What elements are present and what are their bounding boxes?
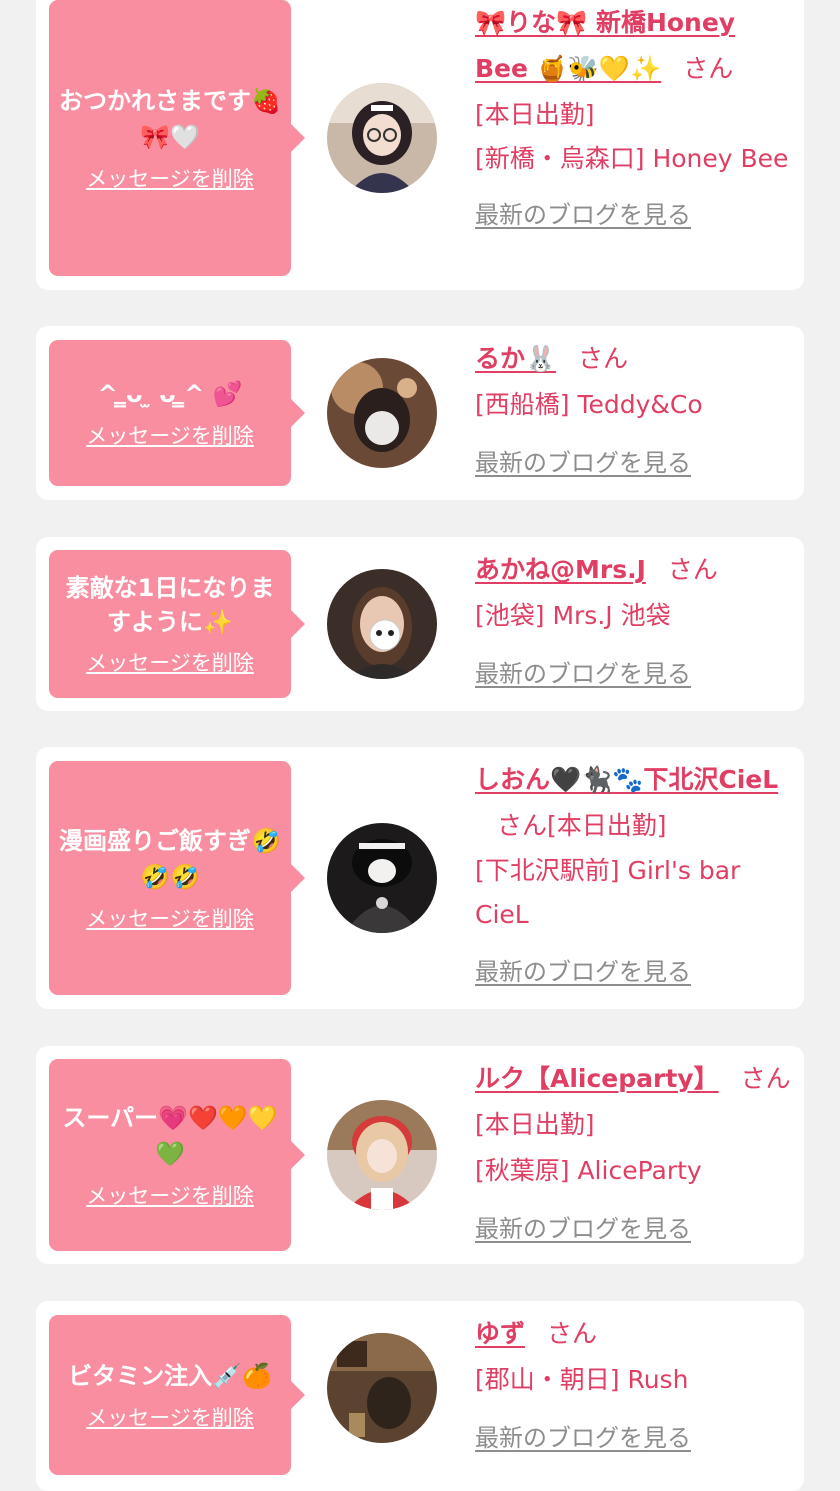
- cast-info: ルク【Aliceparty】 さん[本日出勤] [秋葉原] AliceParty …: [475, 1056, 795, 1252]
- gothic-outfit-avatar-icon: [327, 823, 437, 933]
- cast-status: [本日出勤]: [475, 100, 595, 129]
- avatar[interactable]: [327, 83, 437, 193]
- maid-glasses-avatar-icon: [327, 83, 437, 193]
- delete-message-link[interactable]: メッセージを削除: [86, 905, 254, 933]
- delete-message-link[interactable]: メッセージを削除: [86, 165, 254, 193]
- avatar[interactable]: [327, 1100, 437, 1210]
- cast-shop: [郡山・朝日] Rush: [475, 1365, 689, 1394]
- honorific: さん: [497, 811, 548, 840]
- delete-message-link[interactable]: メッセージを削除: [86, 649, 254, 677]
- message-text: ビタミン注入💉🍊: [68, 1362, 272, 1390]
- latest-blog-link[interactable]: 最新のブログを見る: [475, 440, 795, 486]
- message-card: ビタミン注入💉🍊 メッセージを削除 ゆず さん [郡山・朝日] Rush 最新のブ…: [36, 1301, 804, 1491]
- blurred-face-avatar-icon: [327, 358, 437, 468]
- delete-message-link[interactable]: メッセージを削除: [86, 422, 254, 450]
- latest-blog-link[interactable]: 最新のブログを見る: [475, 192, 795, 238]
- cast-name-link[interactable]: ゆず: [475, 1319, 525, 1348]
- cast-info: あかね@Mrs.J さん [池袋] Mrs.J 池袋 最新のブログを見る: [475, 547, 795, 697]
- latest-blog-link[interactable]: 最新のブログを見る: [475, 949, 795, 995]
- latest-blog-link[interactable]: 最新のブログを見る: [475, 1415, 795, 1461]
- message-card: 漫画盛りご飯すぎ🤣🤣🤣 メッセージを削除 しおん🖤🐈‍⬛🐾下北沢CieL さん[本…: [36, 747, 804, 1009]
- delete-message-link[interactable]: メッセージを削除: [86, 1182, 254, 1210]
- cast-info: 🎀りな🎀 新橋Honey Bee 🍯🐝💛✨ さん [本日出勤] [新橋・烏森口] …: [475, 0, 795, 238]
- latest-blog-link[interactable]: 最新のブログを見る: [475, 1206, 795, 1252]
- avatar[interactable]: [327, 823, 437, 933]
- cast-status: [本日出勤]: [547, 811, 667, 840]
- message-bubble: 漫画盛りご飯すぎ🤣🤣🤣 メッセージを削除: [49, 761, 305, 995]
- honorific: さん: [667, 555, 718, 584]
- message-text: ^ ̳ᴗ ̫ ᴗ ̳^ 💕: [97, 380, 243, 408]
- bar-interior-avatar-icon: [327, 1333, 437, 1443]
- honorific: さん: [578, 344, 629, 373]
- cast-info: るか🐰 さん [西船橋] Teddy&Co 最新のブログを見る: [475, 336, 795, 486]
- cast-shop: [秋葉原] AliceParty: [475, 1156, 702, 1185]
- red-maid-avatar-icon: [327, 1100, 437, 1210]
- cast-status: [本日出勤]: [475, 1110, 595, 1139]
- cast-info: ゆず さん [郡山・朝日] Rush 最新のブログを見る: [475, 1311, 795, 1461]
- avatar[interactable]: [327, 569, 437, 679]
- honorific: さん: [683, 54, 734, 83]
- latest-blog-link[interactable]: 最新のブログを見る: [475, 651, 795, 697]
- cast-name-link[interactable]: しおん🖤🐈‍⬛🐾下北沢CieL: [475, 765, 778, 794]
- avatar[interactable]: [327, 358, 437, 468]
- cast-info: しおん🖤🐈‍⬛🐾下北沢CieL さん[本日出勤] [下北沢駅前] Girl's b…: [475, 757, 795, 995]
- message-bubble: ビタミン注入💉🍊 メッセージを削除: [49, 1315, 305, 1475]
- message-bubble: ^ ̳ᴗ ̫ ᴗ ̳^ 💕 メッセージを削除: [49, 340, 305, 486]
- message-bubble: おつかれさまです🍓🎀🤍 メッセージを削除: [49, 0, 305, 276]
- message-card: ^ ̳ᴗ ̫ ᴗ ̳^ 💕 メッセージを削除 るか🐰 さん [西船橋] Teddy…: [36, 326, 804, 500]
- honorific: さん: [740, 1064, 791, 1093]
- cast-shop: [池袋] Mrs.J 池袋: [475, 601, 671, 630]
- message-text: スーパー💗❤️🧡💛💚: [62, 1104, 278, 1168]
- cast-shop: [新橋・烏森口] Honey Bee: [475, 144, 789, 173]
- cast-name-link[interactable]: ルク【Aliceparty】: [475, 1064, 719, 1093]
- message-card: おつかれさまです🍓🎀🤍 メッセージを削除 🎀りな🎀 新橋Honey Bee 🍯🐝…: [36, 0, 804, 290]
- avatar[interactable]: [327, 1333, 437, 1443]
- message-card: スーパー💗❤️🧡💛💚 メッセージを削除 ルク【Aliceparty】 さん [本日出…: [36, 1046, 804, 1264]
- message-text: おつかれさまです🍓🎀🤍: [59, 87, 281, 151]
- panda-sticker-avatar-icon: [327, 569, 437, 679]
- cast-name-link[interactable]: るか🐰: [475, 344, 556, 373]
- message-card: 素敵な1日になりますように✨ メッセージを削除 あかね@Mrs.J さん [池袋]…: [36, 537, 804, 711]
- delete-message-link[interactable]: メッセージを削除: [86, 1404, 254, 1432]
- cast-shop: [下北沢駅前] Girl's bar CieL: [475, 856, 741, 929]
- message-bubble: 素敵な1日になりますように✨ メッセージを削除: [49, 550, 305, 698]
- cast-shop: [西船橋] Teddy&Co: [475, 390, 703, 419]
- cast-name-link[interactable]: あかね@Mrs.J: [475, 555, 646, 584]
- message-text: 素敵な1日になりますように✨: [65, 574, 275, 636]
- honorific: さん: [547, 1319, 598, 1348]
- message-bubble: スーパー💗❤️🧡💛💚 メッセージを削除: [49, 1059, 305, 1251]
- message-text: 漫画盛りご飯すぎ🤣🤣🤣: [59, 827, 281, 891]
